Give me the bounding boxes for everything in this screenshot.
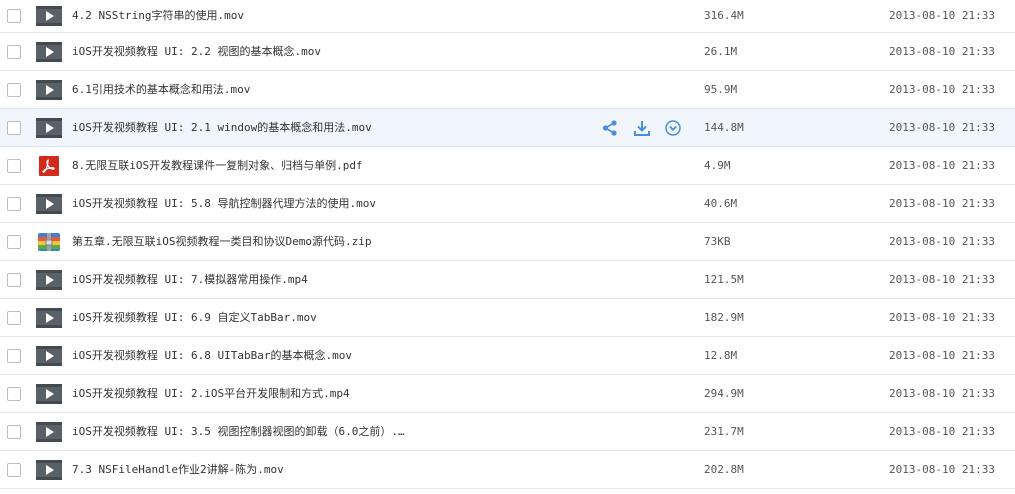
file-list: 4.2 NSString字符串的使用.mov 316.4M 2013-08-10… (0, 0, 1015, 489)
file-time: 2013-08-10 21:33 (889, 9, 995, 22)
video-file-icon (36, 459, 62, 480)
video-file-icon (36, 383, 62, 404)
file-row[interactable]: iOS开发视频教程 UI: 3.5 视图控制器视图的卸载（6.0之前）.… 23… (0, 413, 1015, 451)
row-checkbox[interactable] (7, 386, 21, 401)
zip-file-icon (36, 232, 62, 252)
file-row[interactable]: iOS开发视频教程 UI: 5.8 导航控制器代理方法的使用.mov 40.6M… (0, 185, 1015, 223)
file-row[interactable]: 4.2 NSString字符串的使用.mov 316.4M 2013-08-10… (0, 0, 1015, 33)
file-time: 2013-08-10 21:33 (889, 120, 995, 134)
video-file-icon (36, 117, 62, 138)
file-row[interactable]: 7.3 NSFileHandle作业2讲解-陈为.mov 202.8M 2013… (0, 451, 1015, 489)
row-checkbox[interactable] (7, 462, 21, 477)
file-size: 73KB (704, 234, 731, 248)
file-name[interactable]: iOS开发视频教程 UI: 7.模拟器常用操作.mp4 (72, 273, 308, 287)
file-name[interactable]: iOS开发视频教程 UI: 6.9 自定义TabBar.mov (72, 311, 317, 325)
file-size: 12.8M (704, 348, 738, 362)
file-time: 2013-08-10 21:33 (889, 348, 995, 362)
file-size: 231.7M (704, 424, 744, 438)
file-name[interactable]: 7.3 NSFileHandle作业2讲解-陈为.mov (72, 463, 284, 477)
file-time: 2013-08-10 21:33 (889, 424, 995, 438)
file-size: 95.9M (704, 82, 738, 96)
file-name[interactable]: iOS开发视频教程 UI: 3.5 视图控制器视图的卸载（6.0之前）.… (72, 425, 405, 439)
file-time: 2013-08-10 21:33 (889, 386, 995, 400)
video-file-icon (36, 193, 62, 214)
file-time: 2013-08-10 21:33 (889, 272, 995, 286)
file-name[interactable]: iOS开发视频教程 UI: 5.8 导航控制器代理方法的使用.mov (72, 197, 376, 211)
file-size: 4.9M (704, 158, 731, 172)
video-file-icon (36, 269, 62, 290)
file-row[interactable]: iOS开发视频教程 UI: 2.iOS平台开发限制和方式.mp4 294.9M … (0, 375, 1015, 413)
video-file-icon (36, 6, 62, 26)
file-size: 202.8M (704, 462, 744, 476)
row-checkbox[interactable] (7, 9, 21, 23)
video-file-icon (36, 345, 62, 366)
file-row[interactable]: iOS开发视频教程 UI: 6.8 UITabBar的基本概念.mov 12.8… (0, 337, 1015, 375)
file-name[interactable]: 6.1引用技术的基本概念和用法.mov (72, 83, 250, 97)
file-size: 26.1M (704, 44, 738, 58)
file-size: 40.6M (704, 196, 738, 210)
download-icon[interactable] (633, 119, 651, 137)
row-checkbox[interactable] (7, 196, 21, 211)
row-checkbox[interactable] (7, 44, 21, 59)
file-row[interactable]: iOS开发视频教程 UI: 2.2 视图的基本概念.mov 26.1M 2013… (0, 33, 1015, 71)
file-size: 294.9M (704, 386, 744, 400)
pdf-file-icon (36, 155, 62, 176)
file-name[interactable]: 4.2 NSString字符串的使用.mov (72, 9, 244, 23)
file-name[interactable]: 第五章.无限互联iOS视频教程一类目和协议Demo源代码.zip (72, 235, 371, 249)
file-row[interactable]: 第五章.无限互联iOS视频教程一类目和协议Demo源代码.zip 73KB 20… (0, 223, 1015, 261)
file-row[interactable]: iOS开发视频教程 UI: 6.9 自定义TabBar.mov 182.9M 2… (0, 299, 1015, 337)
file-row[interactable]: 6.1引用技术的基本概念和用法.mov 95.9M 2013-08-10 21:… (0, 71, 1015, 109)
file-time: 2013-08-10 21:33 (889, 44, 995, 58)
row-checkbox[interactable] (7, 120, 21, 135)
video-file-icon (36, 307, 62, 328)
row-checkbox[interactable] (7, 310, 21, 325)
file-name[interactable]: iOS开发视频教程 UI: 2.1 window的基本概念和用法.mov (72, 121, 372, 135)
share-icon[interactable] (601, 119, 619, 137)
file-name[interactable]: 8.无限互联iOS开发教程课件一复制对象、归档与单例.pdf (72, 159, 363, 173)
file-size: 316.4M (704, 9, 744, 22)
file-size: 182.9M (704, 310, 744, 324)
file-name[interactable]: iOS开发视频教程 UI: 6.8 UITabBar的基本概念.mov (72, 349, 352, 363)
more-icon[interactable] (664, 119, 682, 137)
file-size: 144.8M (704, 120, 744, 134)
row-checkbox[interactable] (7, 234, 21, 249)
video-file-icon (36, 41, 62, 62)
video-file-icon (36, 421, 62, 442)
row-checkbox[interactable] (7, 348, 21, 363)
video-file-icon (36, 79, 62, 100)
file-time: 2013-08-10 21:33 (889, 196, 995, 210)
file-row[interactable]: iOS开发视频教程 UI: 7.模拟器常用操作.mp4 121.5M 2013-… (0, 261, 1015, 299)
file-time: 2013-08-10 21:33 (889, 158, 995, 172)
file-time: 2013-08-10 21:33 (889, 310, 995, 324)
row-checkbox[interactable] (7, 424, 21, 439)
file-row[interactable]: iOS开发视频教程 UI: 2.1 window的基本概念和用法.mov 144… (0, 109, 1015, 147)
file-name[interactable]: iOS开发视频教程 UI: 2.iOS平台开发限制和方式.mp4 (72, 387, 350, 401)
file-size: 121.5M (704, 272, 744, 286)
file-time: 2013-08-10 21:33 (889, 462, 995, 476)
row-checkbox[interactable] (7, 272, 21, 287)
row-checkbox[interactable] (7, 158, 21, 173)
file-time: 2013-08-10 21:33 (889, 234, 995, 248)
file-time: 2013-08-10 21:33 (889, 82, 995, 96)
row-checkbox[interactable] (7, 82, 21, 97)
file-row[interactable]: 8.无限互联iOS开发教程课件一复制对象、归档与单例.pdf 4.9M 2013… (0, 147, 1015, 185)
file-name[interactable]: iOS开发视频教程 UI: 2.2 视图的基本概念.mov (72, 45, 321, 59)
